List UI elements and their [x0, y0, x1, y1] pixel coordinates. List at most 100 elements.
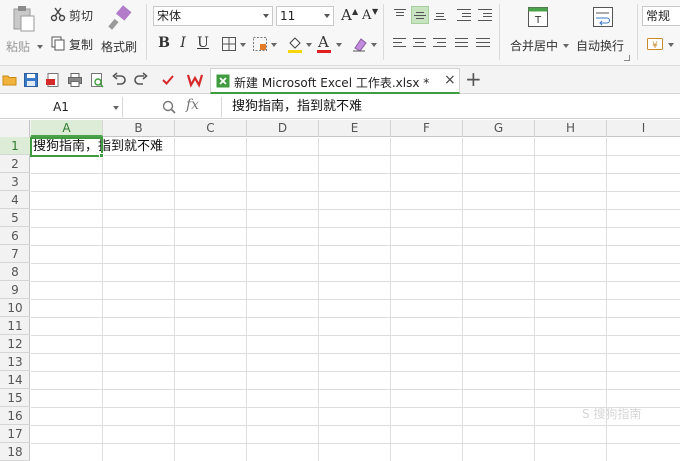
- row-header-15[interactable]: 15: [0, 389, 30, 407]
- column-header-B[interactable]: B: [103, 120, 175, 137]
- row-header-9[interactable]: 9: [0, 281, 30, 299]
- ribbon: 粘贴 剪切 复制 格式刷 宋体 11 A ▲ A ▼ B I U A T 合并居…: [0, 0, 680, 66]
- justify-button[interactable]: [453, 34, 471, 52]
- chevron-down-icon: [336, 43, 342, 47]
- column-header-G[interactable]: G: [463, 120, 535, 137]
- row-header-18[interactable]: 18: [0, 443, 30, 461]
- fill-color-button[interactable]: [286, 34, 314, 54]
- close-tab-icon[interactable]: ×: [444, 72, 456, 88]
- decrease-indent-button[interactable]: [455, 6, 473, 24]
- copy-label: 复制: [69, 38, 94, 52]
- align-line: [462, 16, 471, 17]
- merge-center-button[interactable]: T 合并居中: [505, 3, 571, 55]
- row-header-11[interactable]: 11: [0, 317, 30, 335]
- paste-button[interactable]: 粘贴: [4, 2, 44, 56]
- row-header-16[interactable]: 16: [0, 407, 30, 425]
- shrink-font-button[interactable]: A ▼: [361, 6, 379, 26]
- row-header-6[interactable]: 6: [0, 227, 30, 245]
- select-all-corner[interactable]: [0, 120, 30, 137]
- zoom-icon[interactable]: [161, 99, 177, 115]
- new-tab-button[interactable]: +: [465, 68, 482, 90]
- cell-style-button[interactable]: [251, 35, 279, 53]
- fx-button[interactable]: fx: [186, 97, 199, 113]
- font-size-select[interactable]: 11: [276, 6, 334, 26]
- font-size-value: 11: [280, 9, 296, 23]
- row-header-14[interactable]: 14: [0, 371, 30, 389]
- wrap-text-button[interactable]: 自动换行: [574, 3, 632, 55]
- increase-indent-button[interactable]: [476, 6, 494, 24]
- grid-line: [31, 425, 680, 426]
- column-header-F[interactable]: F: [391, 120, 463, 137]
- undo-icon[interactable]: [111, 72, 127, 88]
- customize-toolbar-icon[interactable]: [160, 72, 176, 88]
- row-header-7[interactable]: 7: [0, 245, 30, 263]
- align-right-button[interactable]: [431, 34, 449, 52]
- borders-button[interactable]: [220, 35, 248, 53]
- chevron-down-icon: [37, 45, 43, 49]
- name-box[interactable]: A1: [0, 97, 123, 117]
- number-format-value: 常规: [646, 9, 671, 23]
- arrow-down-icon: ▼: [372, 7, 379, 16]
- align-top-button[interactable]: [391, 6, 409, 24]
- save-icon[interactable]: [23, 72, 39, 88]
- formula-input[interactable]: 搜狗指南，指到就不难: [221, 97, 680, 117]
- align-line: [393, 46, 406, 47]
- underline-button[interactable]: U: [194, 34, 212, 52]
- font-color-button[interactable]: A: [316, 33, 344, 54]
- cut-button[interactable]: 剪切: [48, 4, 98, 24]
- number-format-select[interactable]: 常规: [642, 6, 680, 26]
- clear-format-button[interactable]: [350, 34, 378, 54]
- paste-label: 粘贴: [6, 40, 31, 54]
- align-line: [413, 38, 426, 39]
- column-header-C[interactable]: C: [175, 120, 247, 137]
- currency-format-button[interactable]: ¥: [646, 34, 676, 54]
- font-name-select[interactable]: 宋体: [153, 6, 273, 26]
- fill-handle[interactable]: [99, 153, 104, 158]
- align-bottom-button[interactable]: [431, 6, 449, 24]
- row-header-4[interactable]: 4: [0, 191, 30, 209]
- grid-line: [31, 317, 680, 318]
- copy-button[interactable]: 复制: [48, 33, 98, 53]
- print-icon[interactable]: [67, 72, 83, 88]
- row-header-5[interactable]: 5: [0, 209, 30, 227]
- align-left-button[interactable]: [391, 34, 409, 52]
- document-tab-title: 新建 Microsoft Excel 工作表.xlsx *: [234, 76, 430, 90]
- watermark: S 搜狗指南: [582, 407, 642, 421]
- folder-open-icon[interactable]: [2, 72, 18, 88]
- distribute-button[interactable]: [474, 34, 492, 52]
- align-line: [476, 46, 490, 47]
- row-header-1[interactable]: 1: [0, 137, 30, 155]
- grid-line: [31, 263, 680, 264]
- column-header-D[interactable]: D: [247, 120, 319, 137]
- ribbon-divider: [146, 4, 147, 60]
- row-header-2[interactable]: 2: [0, 155, 30, 173]
- tab-document[interactable]: 新建 Microsoft Excel 工作表.xlsx * ×: [210, 68, 460, 94]
- bold-button[interactable]: B: [155, 34, 173, 52]
- align-line: [393, 38, 406, 39]
- redo-icon[interactable]: [133, 72, 149, 88]
- wps-logo-icon[interactable]: [187, 72, 203, 88]
- italic-button[interactable]: I: [174, 34, 192, 52]
- cut-label: 剪切: [69, 9, 94, 23]
- print-preview-icon[interactable]: [89, 72, 105, 88]
- dialog-launcher-icon[interactable]: [624, 55, 630, 61]
- align-center-button[interactable]: [411, 34, 429, 52]
- column-header-E[interactable]: E: [319, 120, 391, 137]
- align-line: [414, 15, 426, 16]
- row-header-13[interactable]: 13: [0, 353, 30, 371]
- align-line: [434, 19, 446, 20]
- row-header-12[interactable]: 12: [0, 335, 30, 353]
- grid-line: [31, 281, 680, 282]
- align-middle-button[interactable]: [411, 6, 429, 24]
- column-header-I[interactable]: I: [607, 120, 680, 137]
- column-header-A[interactable]: A: [31, 120, 103, 137]
- row-header-17[interactable]: 17: [0, 425, 30, 443]
- export-pdf-icon[interactable]: [45, 72, 61, 88]
- column-header-H[interactable]: H: [535, 120, 607, 137]
- grow-font-button[interactable]: A ▲: [340, 6, 358, 26]
- row-header-10[interactable]: 10: [0, 299, 30, 317]
- align-line: [437, 42, 446, 43]
- row-header-3[interactable]: 3: [0, 173, 30, 191]
- row-header-8[interactable]: 8: [0, 263, 30, 281]
- format-painter-button[interactable]: 格式刷: [100, 2, 140, 56]
